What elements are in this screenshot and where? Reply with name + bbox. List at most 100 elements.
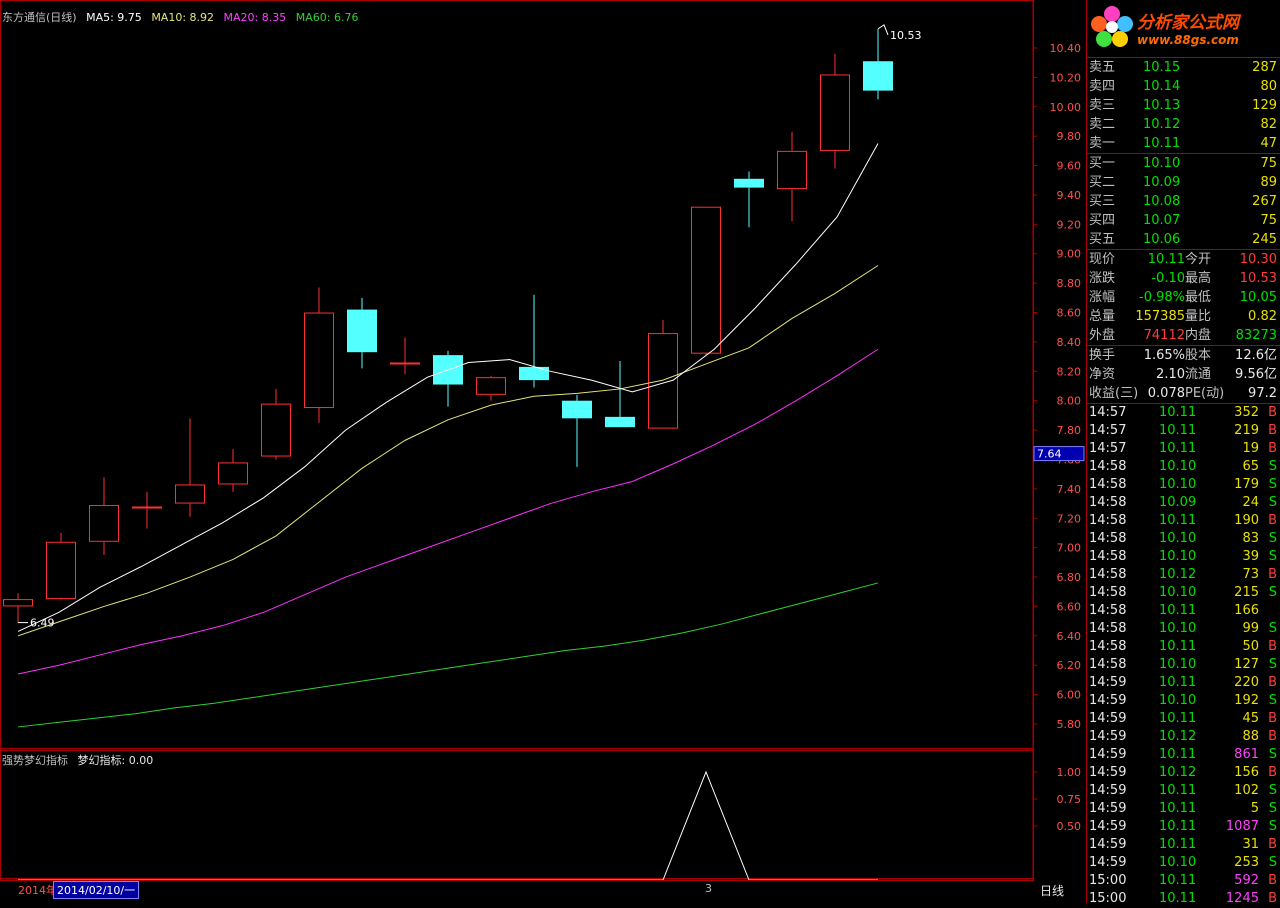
- bid-row: 买二 10.09 89: [1087, 173, 1280, 192]
- order-price: 10.14: [1143, 79, 1181, 94]
- ma5-label: MA5: 9.75: [86, 11, 142, 24]
- ask-row: 卖二 10.12 82: [1087, 115, 1280, 134]
- tick-price: 10.10: [1159, 657, 1197, 672]
- tick-row: 14:59 10.11 102 S: [1087, 782, 1280, 800]
- tick-side: B: [1268, 639, 1277, 654]
- y-tick-label: 10.40: [1050, 42, 1082, 55]
- tick-price: 10.10: [1159, 621, 1197, 636]
- ma10-line: [17, 265, 879, 637]
- candle-body: [820, 74, 850, 151]
- tick-price: 10.11: [1159, 603, 1197, 618]
- tick-side: S: [1268, 693, 1277, 708]
- tick-row: 14:59 10.11 5 S: [1087, 800, 1280, 818]
- tick-volume: 166: [1234, 603, 1259, 618]
- bottom-bar: 2014年 2014/02/10/一 3 日线: [0, 880, 1086, 903]
- order-volume: 287: [1252, 60, 1277, 75]
- stat-label: 涨跌: [1089, 271, 1116, 286]
- period-label[interactable]: 日线: [1040, 882, 1064, 899]
- candle-body: [46, 541, 76, 600]
- ma20-label: MA20: 8.35: [223, 11, 287, 24]
- order-label: 买五: [1089, 232, 1116, 247]
- tick-row: 14:59 10.11 31 B: [1087, 836, 1280, 854]
- quote-panel: 分析家公式网 www.88gs.com 卖五 10.15 287 卖四 10.14 80 卖…: [1086, 0, 1280, 906]
- tick-volume: 861: [1234, 747, 1259, 762]
- tick-price: 10.11: [1159, 801, 1197, 816]
- tick-price: 10.11: [1159, 819, 1197, 834]
- tick-time: 14:58: [1089, 495, 1127, 510]
- y-tick-label: 9.60: [1057, 160, 1082, 173]
- ind-y-tick-label: 0.50: [1057, 820, 1082, 833]
- tick-time: 14:58: [1089, 567, 1127, 582]
- candlestick-chart[interactable]: 10.40 10.20 10.00 9.80 9.60 9.40 9.20 9.00 8.80 8…: [0, 0, 1086, 903]
- tick-volume: 592: [1234, 873, 1259, 888]
- indicator-value: 梦幻指标: 0.00: [77, 754, 154, 767]
- order-volume: 89: [1260, 175, 1277, 190]
- tick-volume: 253: [1234, 855, 1259, 870]
- tick-volume: 179: [1234, 477, 1259, 492]
- stat-value: 10.11: [1147, 252, 1185, 267]
- y-tick-label: 7.40: [1057, 483, 1082, 496]
- tick-volume: 190: [1234, 513, 1259, 528]
- tick-row: 14:58 10.11 166: [1087, 602, 1280, 620]
- ind-y-tick-label: 1.00: [1057, 766, 1082, 779]
- high-label: 10.53: [890, 29, 922, 42]
- stat-value: 74112: [1143, 328, 1185, 343]
- tick-side: S: [1268, 477, 1277, 492]
- tick-row: 14:57 10.11 19 B: [1087, 440, 1280, 458]
- tick-time: 14:58: [1089, 621, 1127, 636]
- tick-time: 14:59: [1089, 729, 1127, 744]
- tick-row: 14:58 10.10 83 S: [1087, 530, 1280, 548]
- candle-body: [261, 403, 291, 457]
- tick-side: S: [1268, 819, 1277, 834]
- order-label: 卖三: [1089, 98, 1116, 113]
- tick-side: B: [1268, 423, 1277, 438]
- stat-value: -0.10: [1151, 271, 1185, 286]
- order-volume: 245: [1252, 232, 1277, 247]
- stat-row: 外盘 74112 内盘 83273: [1087, 326, 1280, 345]
- tick-time: 14:58: [1089, 459, 1127, 474]
- fund-value: 1.65%: [1143, 348, 1185, 363]
- tick-volume: 102: [1234, 783, 1259, 798]
- tick-row: 14:58 10.09 24 S: [1087, 494, 1280, 512]
- tick-time: 14:59: [1089, 801, 1127, 816]
- order-label: 买二: [1089, 175, 1116, 190]
- order-volume: 75: [1260, 156, 1277, 171]
- y-tick-label: 8.80: [1057, 277, 1082, 290]
- tick-volume: 127: [1234, 657, 1259, 672]
- candle-body: [304, 312, 334, 409]
- tick-price: 10.11: [1159, 405, 1197, 420]
- candle-body: [605, 416, 635, 428]
- tick-row: 14:59 10.10 253 S: [1087, 854, 1280, 872]
- chart-area[interactable]: 10.40 10.20 10.00 9.80 9.60 9.40 9.20 9.00 8.80 8…: [0, 0, 1086, 903]
- y-tick-label: 8.40: [1057, 336, 1082, 349]
- tick-time: 14:58: [1089, 477, 1127, 492]
- tick-time: 14:59: [1089, 783, 1127, 798]
- tick-side: S: [1268, 459, 1277, 474]
- fund-label: 收益(三): [1089, 386, 1139, 401]
- ma60-label: MA60: 6.76: [295, 11, 359, 24]
- ind-y-tick-label: 0.75: [1057, 793, 1082, 806]
- high-marker: [877, 24, 889, 36]
- y-tick-label: 9.40: [1057, 189, 1082, 202]
- tick-time: 14:57: [1089, 423, 1127, 438]
- tick-price: 10.10: [1159, 855, 1197, 870]
- tick-volume: 192: [1234, 693, 1259, 708]
- order-label: 卖五: [1089, 60, 1116, 75]
- order-label: 买一: [1089, 156, 1116, 171]
- order-volume: 75: [1260, 213, 1277, 228]
- stat-value: 10.05: [1239, 290, 1277, 305]
- y-tick-label: 9.20: [1057, 218, 1082, 231]
- date-cursor-label: 2014/02/10/一: [53, 881, 140, 899]
- y-tick-label: 6.60: [1057, 600, 1082, 613]
- order-price: 10.07: [1143, 213, 1181, 228]
- stat-value: 83273: [1235, 328, 1277, 343]
- stat-label: 最低: [1185, 290, 1212, 305]
- tick-price: 10.11: [1159, 837, 1197, 852]
- main-frame: [0, 0, 1034, 749]
- tick-side: S: [1268, 585, 1277, 600]
- ma10-label: MA10: 8.92: [151, 11, 215, 24]
- fund-value: 9.56亿: [1235, 367, 1277, 382]
- logo-url: www.88gs.com: [1137, 33, 1239, 47]
- stock-title: 东方通信(日线): [2, 11, 77, 24]
- tick-volume: 352: [1234, 405, 1259, 420]
